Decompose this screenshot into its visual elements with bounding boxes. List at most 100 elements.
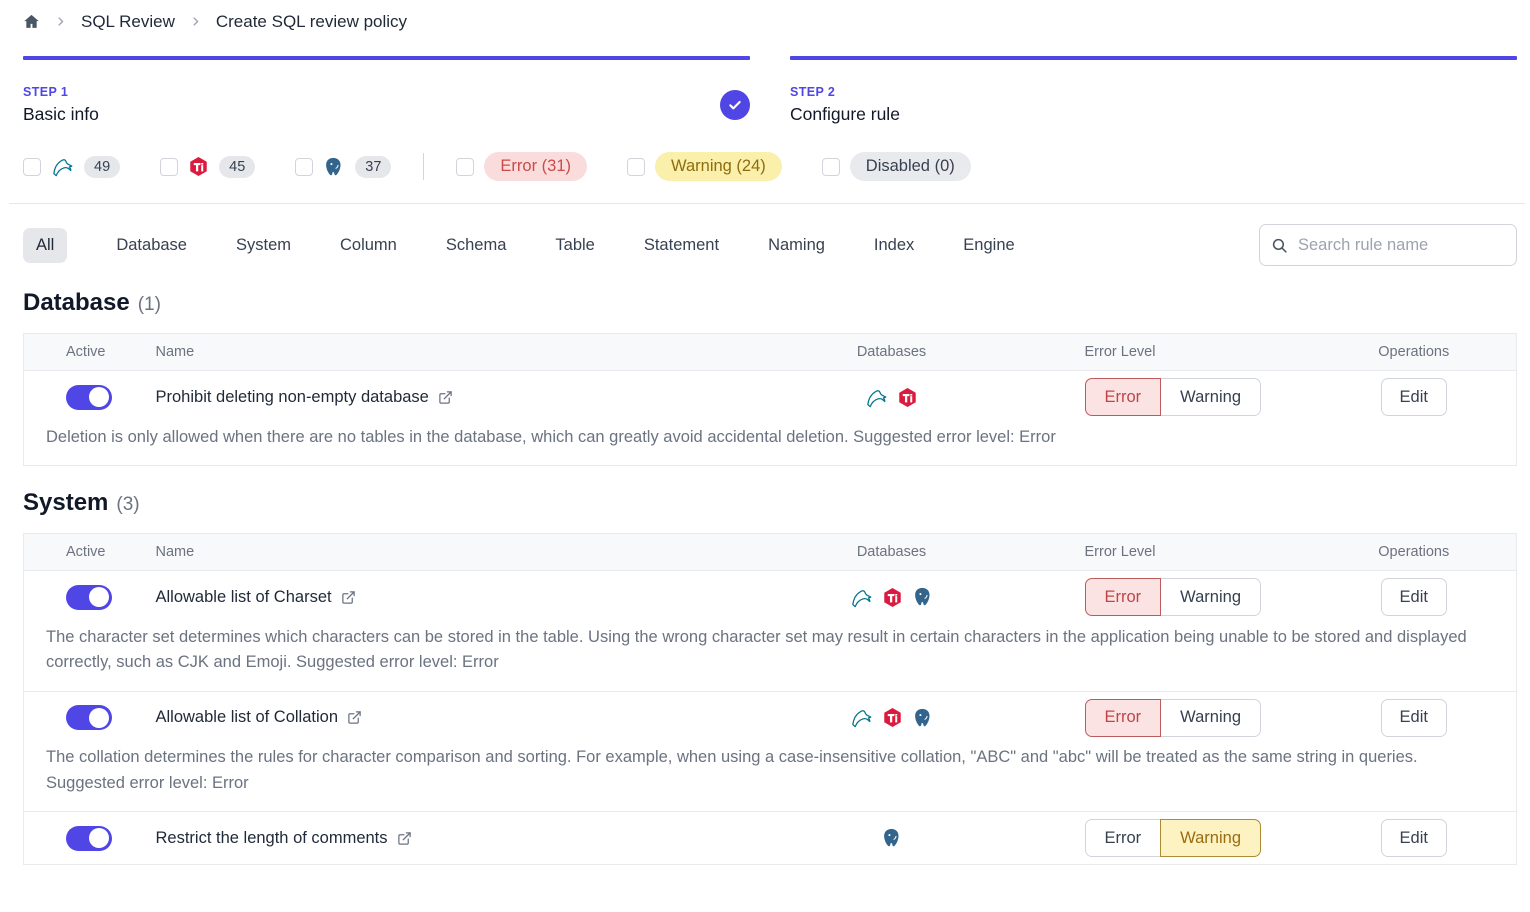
tab-engine[interactable]: Engine (963, 236, 1014, 255)
error-level-error-button[interactable]: Error (1085, 378, 1162, 416)
edit-button[interactable]: Edit (1381, 699, 1447, 737)
tabs-row: All Database System Column Schema Table Statem… (23, 224, 1517, 266)
column-header-operations: Operations (1312, 334, 1517, 371)
level-filter-pill: Disabled (0) (850, 152, 971, 181)
table-header-row: ActiveNameDatabasesError LevelOperations (24, 534, 1517, 571)
active-toggle[interactable] (66, 705, 112, 730)
category-tabs: All Database System Column Schema Table Statem… (23, 228, 1015, 263)
edit-button[interactable]: Edit (1381, 378, 1447, 416)
step-indicator: STEP 1 Basic info STEP 2 Configure rule (23, 56, 1517, 129)
error-level-error-button[interactable]: Error (1085, 819, 1162, 857)
active-toggle[interactable] (66, 585, 112, 610)
section-title: Database (23, 289, 130, 317)
mysql-icon (865, 386, 888, 409)
error-level-warning-button[interactable]: Warning (1160, 378, 1261, 416)
column-header-active: Active (24, 334, 154, 371)
level-filter-disabled[interactable]: Disabled (0) (822, 152, 971, 181)
engine-count-badge: 37 (355, 156, 391, 178)
engine-filter-mysql[interactable]: 49 (23, 155, 120, 178)
tab-table[interactable]: Table (555, 236, 594, 255)
mysql-icon (850, 586, 873, 609)
home-icon[interactable] (23, 13, 40, 30)
rule-name: Restrict the length of comments (156, 829, 388, 848)
breadcrumb: SQL Review Create SQL review policy (23, 0, 1517, 30)
error-level-error-button[interactable]: Error (1085, 699, 1162, 737)
rule-engine-icons (865, 386, 918, 409)
checkbox[interactable] (160, 158, 178, 176)
column-header-error-level: Error Level (967, 334, 1312, 371)
engine-count-badge: 49 (84, 156, 120, 178)
active-toggle[interactable] (66, 826, 112, 851)
divider (9, 203, 1525, 204)
search-box[interactable] (1259, 224, 1517, 266)
external-link-icon[interactable] (397, 831, 412, 846)
error-level-warning-button[interactable]: Warning (1160, 699, 1261, 737)
rule-sections: Database (1) ActiveNameDatabasesError Leve… (23, 289, 1517, 865)
rule: Allowable list of CollationErrorWarningE… (24, 691, 1517, 812)
tab-index[interactable]: Index (874, 236, 914, 255)
step-2-name: Configure rule (790, 104, 900, 125)
tab-naming[interactable]: Naming (768, 236, 825, 255)
create-sql-review-policy-page: SQL Review Create SQL review policy STEP… (0, 0, 1530, 865)
tab-statement[interactable]: Statement (644, 236, 719, 255)
step-1-progress-bar (23, 56, 750, 60)
rule-row: Restrict the length of comments ErrorWarn… (24, 812, 1517, 865)
rule-description: The character set determines which chara… (24, 624, 1517, 692)
chevron-right-icon (55, 16, 66, 27)
step-1-label: STEP 1 (23, 85, 99, 99)
section-count: (3) (116, 494, 139, 516)
table-header-row: ActiveNameDatabasesError LevelOperations (24, 334, 1517, 371)
level-filter-pill: Error (31) (484, 152, 587, 181)
engine-filter-postgres[interactable]: 37 (295, 156, 391, 178)
tidb-icon (188, 156, 209, 177)
rule-row: Prohibit deleting non-empty database Erro… (24, 371, 1517, 424)
tab-system[interactable]: System (236, 236, 291, 255)
error-level-warning-button[interactable]: Warning (1160, 819, 1261, 857)
checkbox[interactable] (295, 158, 313, 176)
breadcrumb-sql-review[interactable]: SQL Review (81, 12, 175, 32)
tab-database[interactable]: Database (116, 236, 187, 255)
step-1-name: Basic info (23, 104, 99, 125)
checkbox[interactable] (456, 158, 474, 176)
rules-table: ActiveNameDatabasesError LevelOperations… (23, 333, 1517, 466)
active-toggle[interactable] (66, 385, 112, 410)
edit-button[interactable]: Edit (1381, 578, 1447, 616)
rule-description-row: The character set determines which chara… (24, 624, 1517, 692)
column-header-databases: Databases (817, 334, 967, 371)
checkbox[interactable] (822, 158, 840, 176)
error-level-error-button[interactable]: Error (1085, 578, 1162, 616)
tab-column[interactable]: Column (340, 236, 397, 255)
tab-all[interactable]: All (23, 228, 67, 263)
tidb-icon (897, 387, 918, 408)
column-header-databases: Databases (817, 534, 967, 571)
search-icon (1271, 237, 1288, 254)
section-count: (1) (138, 294, 161, 316)
external-link-icon[interactable] (347, 710, 362, 725)
postgres-icon (912, 707, 934, 729)
rule-engine-icons (850, 586, 934, 609)
step-2: STEP 2 Configure rule (790, 56, 1517, 129)
mysql-icon (51, 155, 74, 178)
checkbox[interactable] (627, 158, 645, 176)
external-link-icon[interactable] (341, 590, 356, 605)
column-header-error-level: Error Level (967, 534, 1312, 571)
rule-engine-icons (881, 827, 903, 849)
level-filter-error[interactable]: Error (31) (456, 152, 587, 181)
error-level-warning-button[interactable]: Warning (1160, 578, 1261, 616)
tab-schema[interactable]: Schema (446, 236, 507, 255)
engine-filter-tidb[interactable]: 45 (160, 156, 255, 178)
search-rule-input[interactable] (1259, 224, 1517, 266)
external-link-icon[interactable] (438, 390, 453, 405)
rule-row: Allowable list of CollationErrorWarningE… (24, 691, 1517, 744)
step-2-progress-bar (790, 56, 1517, 60)
section-title: System (23, 489, 108, 517)
edit-button[interactable]: Edit (1381, 819, 1447, 857)
rule-description: The collation determines the rules for c… (24, 744, 1517, 812)
rule-name: Prohibit deleting non-empty database (156, 388, 429, 407)
rule-engine-icons (850, 706, 934, 729)
error-level-group: ErrorWarning (1085, 699, 1262, 737)
error-level-group: ErrorWarning (1085, 819, 1262, 857)
checkbox[interactable] (23, 158, 41, 176)
engine-count-badge: 45 (219, 156, 255, 178)
level-filter-warning[interactable]: Warning (24) (627, 152, 782, 181)
